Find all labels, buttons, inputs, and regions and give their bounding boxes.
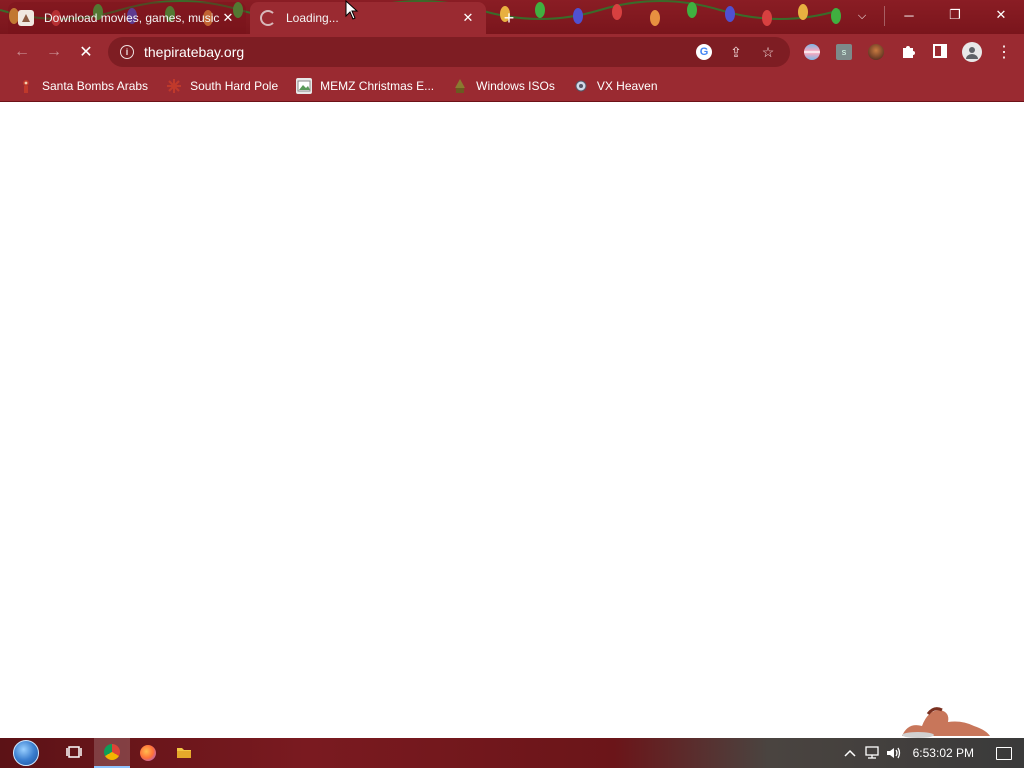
folder-icon: [176, 745, 192, 762]
tab-title: Loading...: [286, 11, 339, 25]
bookmark-label: South Hard Pole: [190, 78, 279, 93]
tab-title: Download movies, games, music: [44, 11, 220, 25]
url-text[interactable]: thepiratebay.org: [144, 44, 244, 60]
bookmark-santa-bombs-arabs[interactable]: Santa Bombs Arabs: [10, 74, 156, 98]
bookmarks-bar: Santa Bombs Arabs South Hard Pole MEMZ C…: [0, 70, 1024, 102]
site-info-icon[interactable]: i: [120, 45, 134, 59]
s-extension-button[interactable]: s: [828, 36, 860, 68]
taskbar-chrome[interactable]: [94, 738, 130, 768]
taskbar: 6:53:02 PM: [0, 738, 1024, 768]
bookmark-label: Windows ISOs: [476, 78, 555, 93]
notification-icon: [996, 746, 1012, 760]
minimize-button[interactable]: ─: [886, 0, 932, 30]
taskbar-file-explorer[interactable]: [166, 738, 202, 768]
restore-button[interactable]: ❐: [932, 0, 978, 30]
tab-search-button[interactable]: ⌵: [846, 4, 878, 28]
mouse-cursor-icon: [345, 0, 359, 20]
google-icon: G: [696, 44, 712, 60]
bookmark-memz-christmas[interactable]: MEMZ Christmas E...: [288, 74, 442, 98]
task-view-button[interactable]: [56, 738, 92, 768]
windows-start-icon: [13, 740, 39, 766]
extensions-area: s ⋮: [796, 36, 1020, 68]
profile-avatar-icon: [962, 42, 982, 62]
page-content: [0, 103, 1024, 738]
side-panel-button[interactable]: [924, 36, 956, 68]
bookmark-label: VX Heaven: [596, 78, 658, 93]
kebab-menu-icon: ⋮: [996, 44, 1012, 61]
close-tab-icon[interactable]: ✕: [220, 10, 236, 26]
desktop-pet-figure: [902, 707, 990, 738]
tree-icon: [452, 78, 468, 94]
avatar-extension-icon: [868, 44, 884, 60]
back-button[interactable]: ←: [6, 36, 38, 68]
bookmark-south-hard-pole[interactable]: South Hard Pole: [158, 74, 286, 98]
show-hidden-icons-button[interactable]: [839, 738, 861, 768]
window-controls: ─ ❐ ✕: [886, 0, 1024, 30]
taskbar-firefox[interactable]: [130, 738, 166, 768]
profile-button[interactable]: [956, 36, 988, 68]
system-tray: 6:53:02 PM: [839, 738, 1024, 768]
tab-piratebay[interactable]: Download movies, games, music ✕: [8, 2, 246, 34]
snowflake-icon: [166, 78, 182, 94]
start-button[interactable]: [6, 739, 46, 767]
google-lens-button[interactable]: G: [688, 37, 720, 67]
firefox-icon: [140, 745, 156, 761]
taskbar-clock[interactable]: 6:53:02 PM: [905, 746, 984, 760]
tab-strip: Download movies, games, music ✕ Loading.…: [0, 0, 1024, 34]
puzzle-icon: [900, 43, 916, 62]
bookmark-star-button[interactable]: ☆: [752, 37, 784, 67]
address-bar[interactable]: i thepiratebay.org G ⇪ ☆: [108, 37, 790, 67]
bookmark-label: MEMZ Christmas E...: [320, 78, 435, 93]
image-icon: [296, 77, 313, 94]
bookmark-vx-heaven[interactable]: VX Heaven: [565, 74, 666, 98]
virus-icon: [573, 78, 589, 94]
extensions-button[interactable]: [892, 36, 924, 68]
side-panel-icon: [932, 43, 948, 62]
new-tab-button[interactable]: +: [498, 7, 520, 29]
omnibox-actions: G ⇪ ☆: [688, 37, 784, 67]
piratebay-favicon-icon: [18, 10, 34, 26]
avatar-extension-button[interactable]: [860, 36, 892, 68]
santa-icon: [18, 78, 34, 94]
bookmark-windows-isos[interactable]: Windows ISOs: [444, 74, 563, 98]
close-tab-icon[interactable]: ✕: [460, 10, 476, 26]
tab-loading[interactable]: Loading... ✕: [250, 2, 486, 34]
separator: [884, 6, 885, 26]
flag-extension-button[interactable]: [796, 36, 828, 68]
browser-toolbar: ← → ✕ i thepiratebay.org G ⇪ ☆ s ⋮: [0, 34, 1024, 70]
stop-loading-button[interactable]: ✕: [70, 36, 102, 68]
menu-button[interactable]: ⋮: [988, 36, 1020, 68]
forward-button[interactable]: →: [38, 36, 70, 68]
volume-icon[interactable]: [883, 738, 905, 768]
share-button[interactable]: ⇪: [720, 37, 752, 67]
loading-spinner-icon: [260, 10, 276, 26]
chrome-icon: [104, 744, 120, 760]
action-center-button[interactable]: [984, 738, 1024, 768]
network-icon[interactable]: [861, 738, 883, 768]
flag-icon: [804, 44, 820, 60]
task-view-icon: [66, 745, 82, 762]
close-window-button[interactable]: ✕: [978, 0, 1024, 30]
s-extension-icon: s: [836, 44, 852, 60]
bookmark-label: Santa Bombs Arabs: [42, 78, 149, 93]
